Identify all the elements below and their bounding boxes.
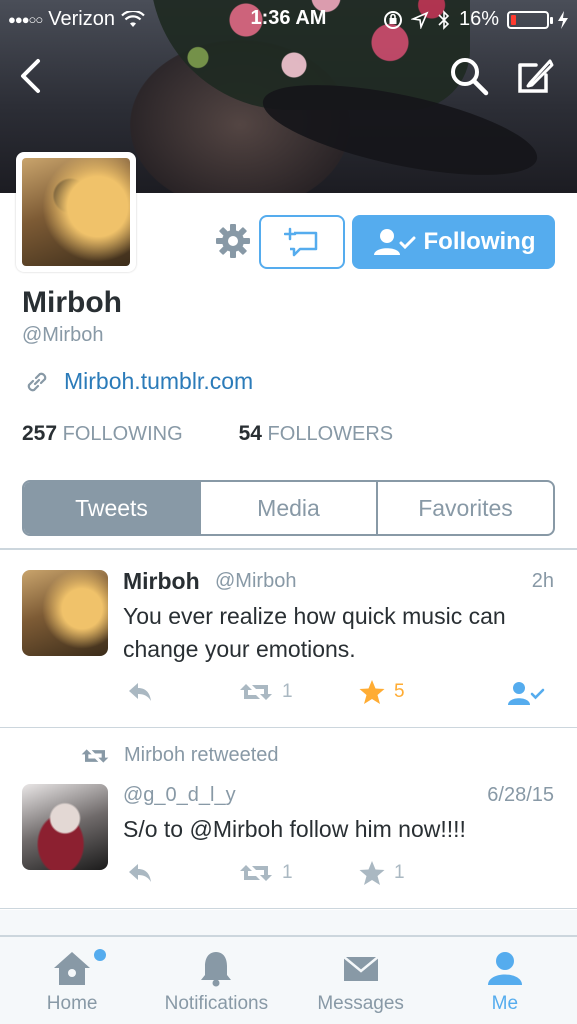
person-check-icon [508, 682, 545, 705]
tweet-time: 2h [531, 570, 554, 592]
following-button-label: Following [423, 228, 536, 255]
retweet-action[interactable]: 1 [238, 680, 293, 704]
unread-dot [94, 949, 106, 961]
profile-handle: @Mirboh [22, 324, 104, 346]
bottom-tab-bar: Home Notifications Messages Me [0, 935, 577, 1024]
battery-percent: 16% [458, 8, 499, 30]
profile-url[interactable]: Mirboh.tumblr.com [64, 368, 253, 395]
profile-website[interactable]: Mirboh.tumblr.com [24, 368, 253, 395]
rotation-lock-icon [383, 10, 402, 29]
following-stat[interactable]: 257 FOLLOWING [22, 422, 183, 446]
tab-me-label: Me [491, 993, 519, 1014]
star-icon [359, 861, 385, 885]
tab-messages-label: Messages [317, 993, 404, 1014]
home-icon [54, 952, 91, 985]
retweet-count: 1 [282, 681, 293, 702]
envelope-icon [342, 956, 379, 981]
reply-action[interactable] [126, 861, 154, 885]
tweet-author-handle[interactable]: @g_0_d_l_y [123, 784, 236, 807]
favorite-action[interactable]: 1 [358, 860, 405, 886]
link-icon [27, 372, 47, 391]
tweet-avatar[interactable] [22, 570, 108, 656]
retweet-icon [240, 865, 272, 881]
gear-icon[interactable] [214, 222, 252, 260]
retweeted-indicator: Mirboh retweeted [80, 744, 279, 767]
timeline-gap [0, 910, 577, 935]
tweet-author-name[interactable]: Mirboh [123, 568, 200, 595]
favorite-action[interactable]: 5 [358, 679, 405, 705]
retweet-count: 1 [282, 862, 293, 883]
person-icon [487, 952, 522, 985]
back-chevron-icon[interactable] [10, 55, 52, 97]
favorite-count: 1 [394, 862, 405, 883]
profile-name: Mirboh [22, 286, 122, 319]
person-check-icon [373, 229, 415, 255]
segment-favorites[interactable]: Favorites [378, 482, 553, 534]
tab-notifications[interactable]: Notifications [144, 937, 288, 1024]
tweet-divider [0, 727, 577, 728]
reply-icon [129, 683, 151, 701]
tab-me[interactable]: Me [433, 937, 577, 1024]
tweet-author-handle: @Mirboh [215, 570, 297, 592]
reply-action[interactable] [126, 680, 154, 704]
compose-tweet-icon[interactable] [514, 55, 556, 97]
bluetooth-icon [438, 9, 450, 30]
search-icon[interactable] [448, 55, 490, 97]
tab-messages[interactable]: Messages [289, 937, 433, 1024]
profile-avatar-image [22, 158, 130, 266]
timeline-divider [0, 548, 577, 550]
retweeted-by-label: Mirboh retweeted [124, 744, 279, 766]
bell-icon [201, 952, 232, 987]
status-bar: ●●●○○ Verizon 1:36 AM 16% [0, 0, 577, 38]
favorite-count: 5 [394, 681, 405, 702]
retweet-icon [240, 684, 272, 700]
location-arrow-icon [410, 10, 429, 29]
tweet-avatar[interactable] [22, 784, 108, 870]
tweet-divider [0, 908, 577, 909]
tweet-time: 6/28/15 [487, 784, 554, 806]
tab-notifications-label: Notifications [164, 993, 269, 1014]
battery-icon [507, 10, 553, 29]
charging-bolt-icon [558, 10, 568, 29]
retweet-action[interactable]: 1 [238, 861, 293, 885]
tab-home-label: Home [46, 993, 98, 1014]
profile-stats: 257 FOLLOWING 54 FOLLOWERS [22, 422, 393, 446]
segment-media[interactable]: Media [201, 482, 378, 534]
followers-stat[interactable]: 54 FOLLOWERS [239, 422, 394, 446]
following-button[interactable]: Following [352, 215, 555, 269]
profile-avatar[interactable] [16, 152, 136, 272]
direct-message-button[interactable] [259, 215, 345, 269]
star-icon [359, 680, 385, 704]
tab-home[interactable]: Home [0, 937, 144, 1024]
followers-count: 54 [238, 422, 262, 445]
tweet-text: You ever realize how quick music can cha… [123, 603, 506, 662]
following-count: 257 [22, 422, 58, 445]
follow-action[interactable] [506, 680, 546, 706]
segment-tweets[interactable]: Tweets [24, 482, 201, 534]
retweet-icon [81, 748, 109, 763]
new-message-icon [284, 227, 318, 257]
tweet-text: S/o to @Mirboh follow him now!!!! [123, 816, 466, 842]
profile-segment-control: Tweets Media Favorites [22, 480, 555, 536]
following-label: FOLLOWING [62, 423, 183, 445]
followers-label: FOLLOWERS [267, 423, 394, 445]
reply-icon [129, 864, 151, 882]
